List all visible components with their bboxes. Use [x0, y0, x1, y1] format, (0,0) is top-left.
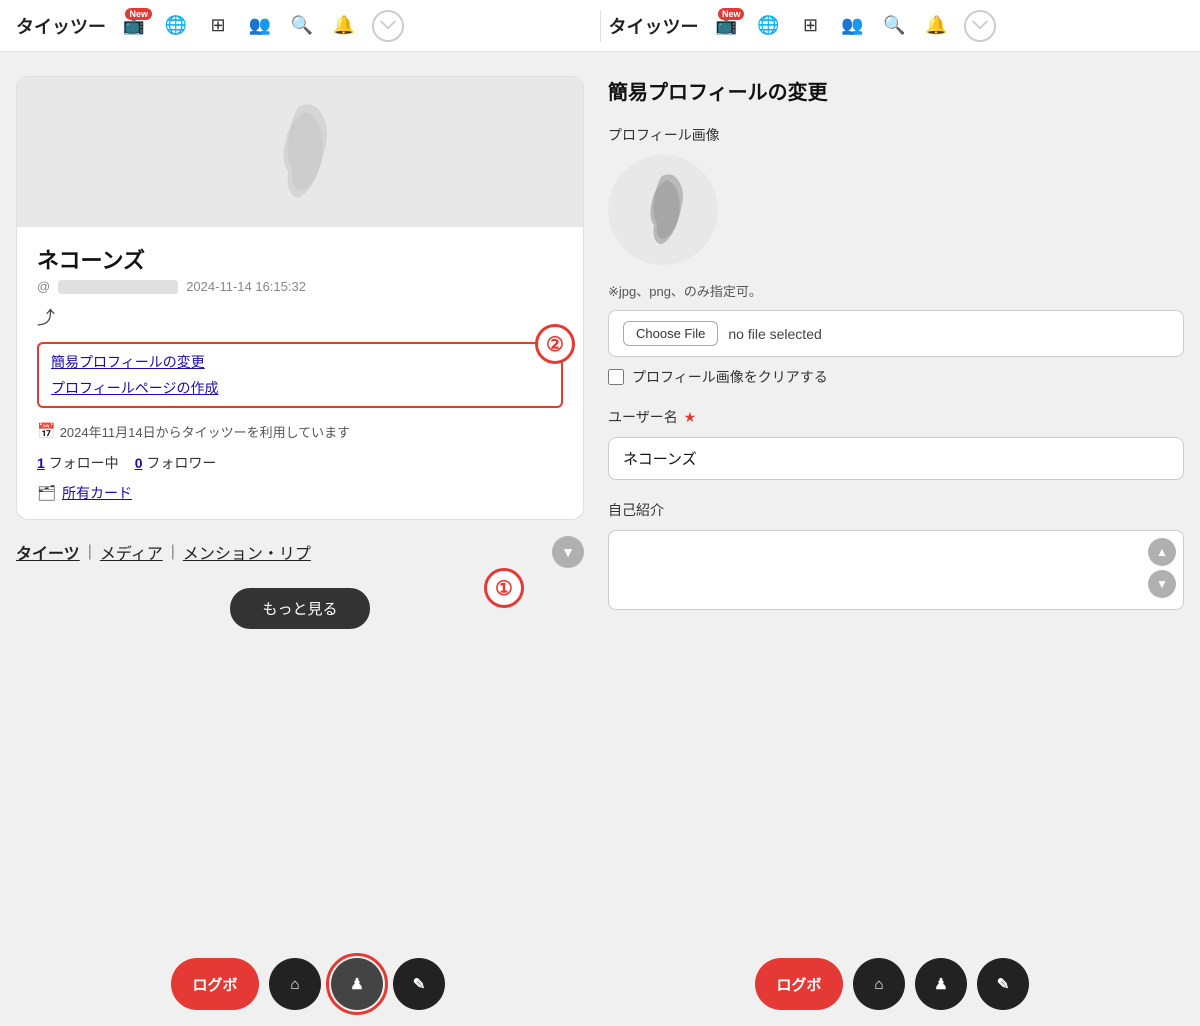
navbar: タイッツー 📺 New 🌐 ⊞ 👥 🔍 🔔 タイッツー 📺 New 🌐 ⊞ 👥 … [0, 0, 1200, 52]
tv-icon[interactable]: 📺 New [120, 12, 148, 40]
share-icon[interactable]: ⤴ [37, 304, 563, 330]
avatar-preview [608, 155, 1184, 265]
user-button-right[interactable]: ♟ [915, 958, 967, 1010]
tab-mention[interactable]: メンション・リプ [183, 540, 311, 564]
bio-textarea-wrap: ▲ ▼ [608, 530, 1184, 615]
scroll-down-arrow-bio[interactable]: ▼ [1148, 570, 1176, 598]
clear-avatar-label[interactable]: プロフィール画像をクリアする [632, 367, 828, 387]
following-count[interactable]: 1 [37, 455, 45, 471]
file-input-wrap: Choose File no file selected [608, 310, 1184, 357]
profile-handle-row: @ 2024-11-14 16:15:32 [37, 279, 563, 294]
card-icon: 🗂 [37, 484, 56, 502]
tv-icon-right[interactable]: 📺 New [712, 12, 740, 40]
logbo-button-right[interactable]: ログボ [755, 958, 843, 1010]
logo-right: タイッツー [608, 13, 698, 39]
main-content: ネコーンズ @ 2024-11-14 16:15:32 ⤴ 簡易プロフィールの変… [0, 52, 1200, 950]
following-stat: 1 フォロー中 [37, 453, 119, 473]
username-section: ユーザー名 ★ [608, 407, 1184, 480]
globe-icon-right[interactable]: 🌐 [754, 12, 782, 40]
profile-since: 📅 2024年11月14日からタイッツーを利用しています [37, 422, 563, 441]
profile-stats: 1 フォロー中 0 フォロワー [37, 453, 563, 473]
avatar-label: プロフィール画像 [608, 125, 1184, 145]
scroll-up-arrow[interactable]: ▲ [1148, 538, 1176, 566]
profile-name: ネコーンズ [37, 243, 563, 275]
avatar-preview-icon [618, 165, 708, 255]
navbar-left: タイッツー 📺 New 🌐 ⊞ 👥 🔍 🔔 [16, 10, 592, 42]
tab-bar-wrap: タイーツ | メディア | メンション・リプ ▼ [16, 532, 584, 572]
tab-media[interactable]: メディア [100, 540, 163, 564]
scroll-down-arrow[interactable]: ▼ [552, 536, 584, 568]
bell-icon-left[interactable]: 🔔 [330, 12, 358, 40]
navbar-divider [600, 10, 601, 42]
banner-avatar-icon [74, 92, 527, 212]
profile-links: 簡易プロフィールの変更 プロフィールページの作成 [37, 342, 563, 408]
navbar-right: タイッツー 📺 New 🌐 ⊞ 👥 🔍 🔔 [608, 10, 1184, 42]
followers-stat: 0 フォロワー [135, 453, 217, 473]
grid-icon-right[interactable]: ⊞ [796, 12, 824, 40]
step1-marker: ① [484, 568, 524, 608]
avatar-circle [608, 155, 718, 265]
hint-text: ※jpg、png、のみ指定可。 [608, 281, 1184, 300]
clear-checkbox-row: プロフィール画像をクリアする [608, 367, 1184, 387]
bottom-nav-left: ログボ ⌂ ♟ ✎ [16, 958, 600, 1010]
bell-icon-right[interactable]: 🔔 [922, 12, 950, 40]
people-icon[interactable]: 👥 [246, 12, 274, 40]
logo-left: タイッツー [16, 13, 106, 39]
profile-date: 2024-11-14 16:15:32 [186, 279, 306, 294]
new-badge-right: New [718, 8, 745, 20]
tab-taatsu[interactable]: タイーツ [16, 540, 80, 564]
edit-profile-link[interactable]: 簡易プロフィールの変更 [51, 352, 549, 372]
profile-handle [58, 280, 178, 294]
edit-button-right[interactable]: ✎ [977, 958, 1029, 1010]
edit-button-left[interactable]: ✎ [393, 958, 445, 1010]
clear-avatar-checkbox[interactable] [608, 369, 624, 385]
home-button-right[interactable]: ⌂ [853, 958, 905, 1010]
bio-label: 自己紹介 [608, 500, 1184, 520]
calendar-icon: 📅 [37, 422, 56, 440]
username-input[interactable] [608, 437, 1184, 480]
file-name-text: no file selected [728, 326, 821, 342]
logbo-button-left[interactable]: ログボ [171, 958, 259, 1010]
bottom-nav: ログボ ⌂ ♟ ✎ ログボ ⌂ ♟ ✎ [0, 950, 1200, 1026]
more-button[interactable]: もっと見る [230, 588, 369, 629]
search-icon-right[interactable]: 🔍 [880, 12, 908, 40]
scroll-arrows: ▲ ▼ [1148, 538, 1176, 598]
cards-link[interactable]: 所有カード [62, 483, 132, 503]
more-btn-section: もっと見る ① [16, 588, 584, 629]
home-button-left[interactable]: ⌂ [269, 958, 321, 1010]
avatar-section: プロフィール画像 ※jpg、png、のみ指定可。 Choose File no … [608, 125, 1184, 387]
section-title: 簡易プロフィールの変更 [608, 76, 1184, 105]
profile-links-wrap: 簡易プロフィールの変更 プロフィールページの作成 ② [37, 342, 563, 422]
followers-count[interactable]: 0 [135, 455, 143, 471]
bottom-nav-right: ログボ ⌂ ♟ ✎ [600, 958, 1184, 1010]
user-button-left[interactable]: ♟ [331, 958, 383, 1010]
globe-icon[interactable]: 🌐 [162, 12, 190, 40]
profile-card: ネコーンズ @ 2024-11-14 16:15:32 ⤴ 簡易プロフィールの変… [16, 76, 584, 520]
profile-circle-right[interactable] [964, 10, 996, 42]
profile-cards-row: 🗂 所有カード [37, 483, 563, 503]
profile-banner [17, 77, 583, 227]
create-profile-link[interactable]: プロフィールページの作成 [51, 378, 549, 398]
new-badge-left: New [125, 8, 152, 20]
at-sign: @ [37, 279, 50, 294]
grid-icon[interactable]: ⊞ [204, 12, 232, 40]
choose-file-button[interactable]: Choose File [623, 321, 718, 346]
search-icon-left[interactable]: 🔍 [288, 12, 316, 40]
step2-marker: ② [535, 324, 575, 364]
profile-info: ネコーンズ @ 2024-11-14 16:15:32 ⤴ 簡易プロフィールの変… [17, 227, 583, 519]
bio-section: 自己紹介 ▲ ▼ [608, 500, 1184, 615]
required-marker: ★ [684, 409, 697, 425]
right-panel: 簡易プロフィールの変更 プロフィール画像 ※jpg、png、のみ指定可。 Cho… [600, 76, 1184, 926]
bio-input[interactable] [608, 530, 1184, 610]
username-label: ユーザー名 ★ [608, 407, 1184, 427]
people-icon-right[interactable]: 👥 [838, 12, 866, 40]
left-panel: ネコーンズ @ 2024-11-14 16:15:32 ⤴ 簡易プロフィールの変… [16, 76, 600, 926]
profile-circle-left[interactable] [372, 10, 404, 42]
